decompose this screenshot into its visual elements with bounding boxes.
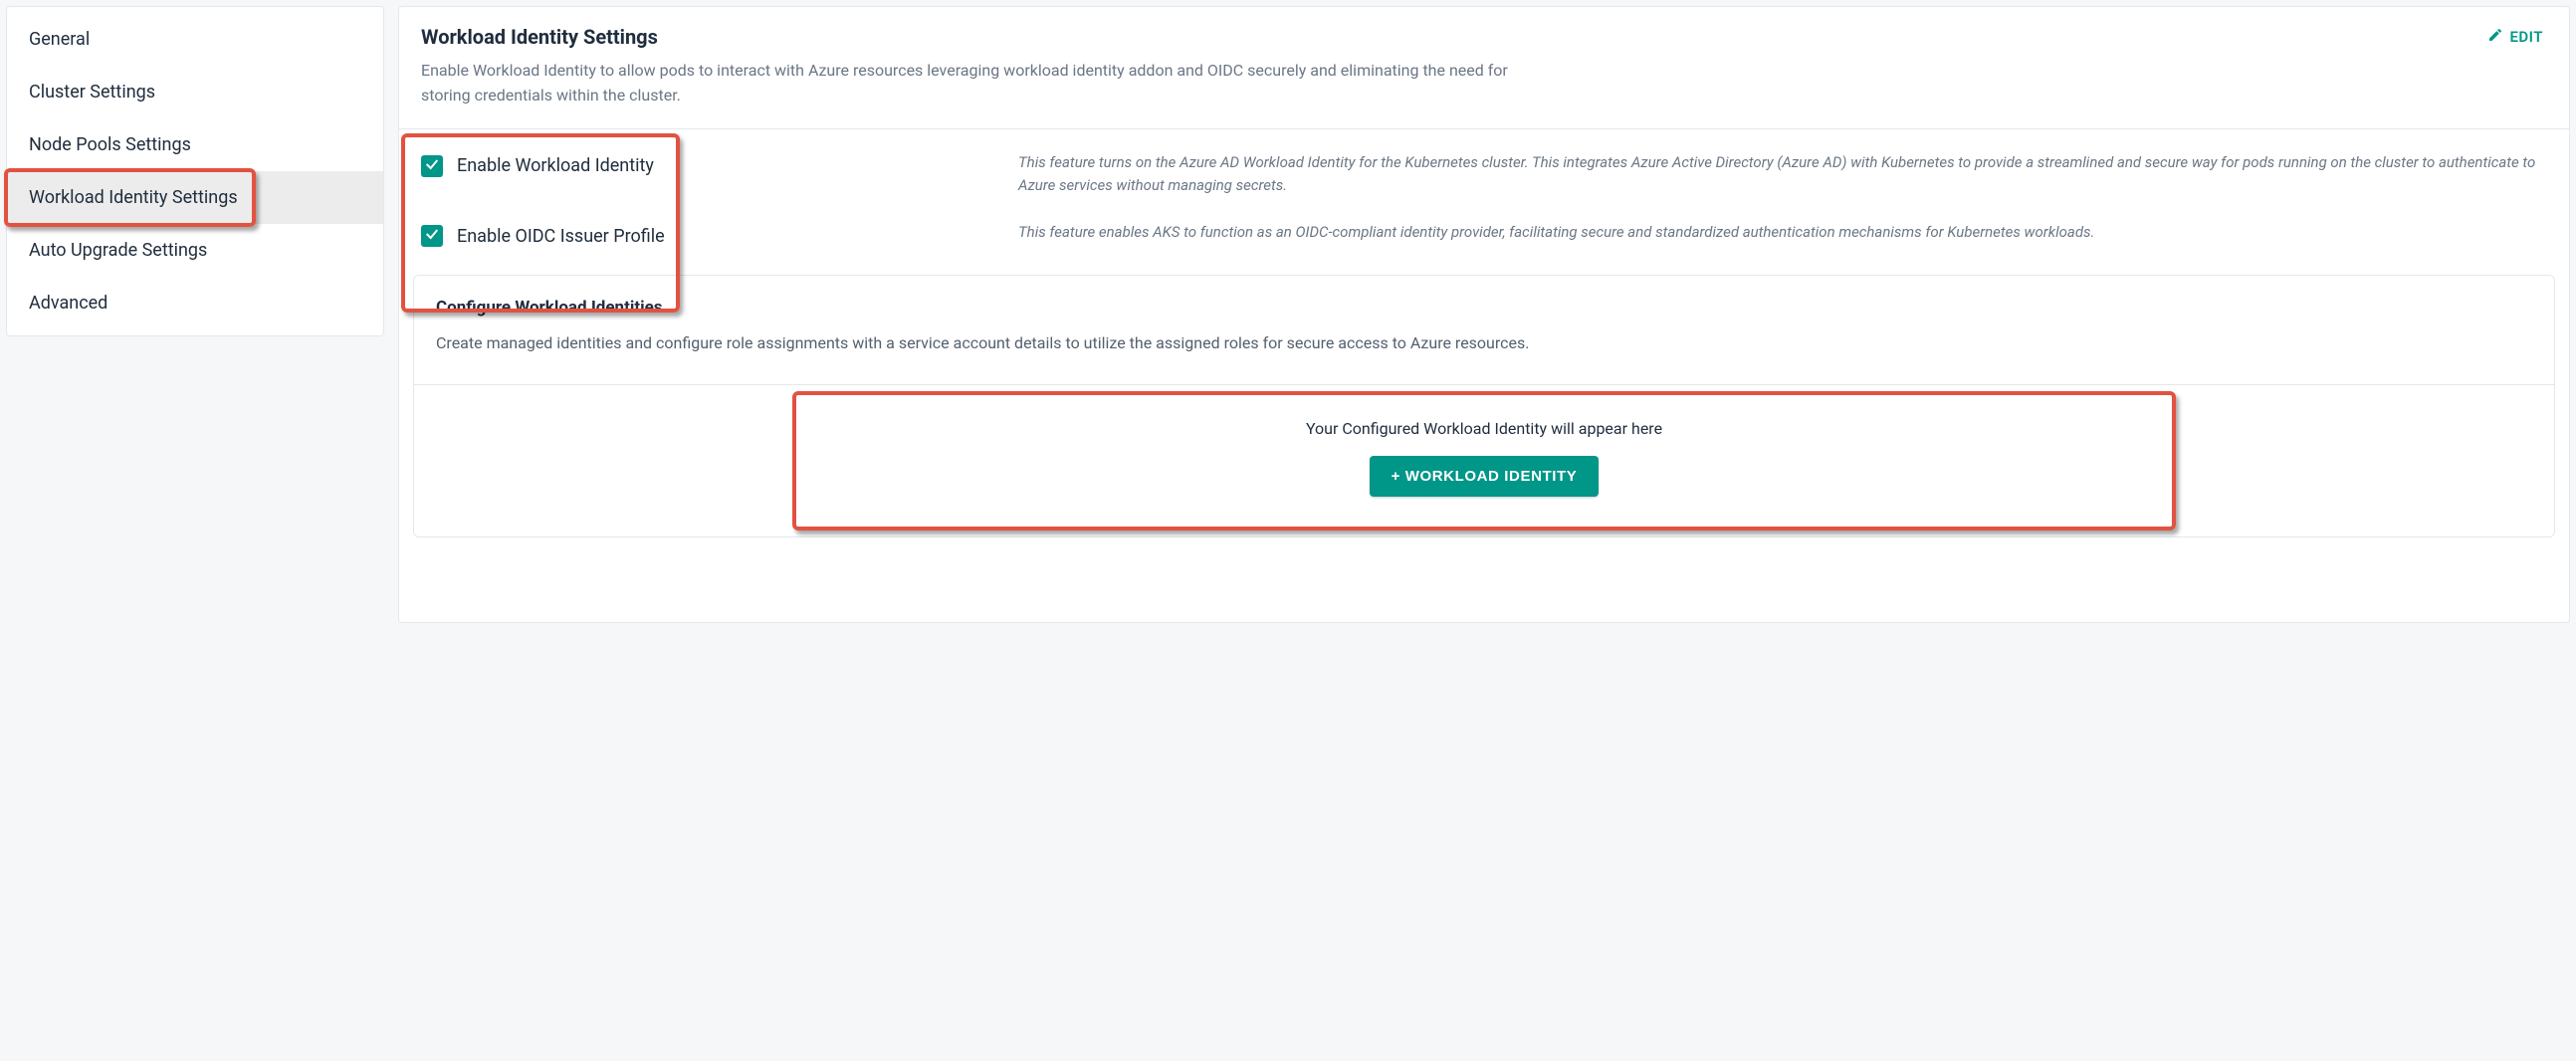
option-description: This feature turns on the Azure AD Workl…	[1018, 143, 2547, 206]
section-title: Workload Identity Settings	[421, 25, 2547, 49]
sidebar-item-workload-identity-settings[interactable]: Workload Identity Settings	[7, 171, 383, 224]
edit-button-label: EDIT	[2509, 28, 2543, 46]
sidebar-item-label: Node Pools Settings	[29, 134, 191, 155]
edit-button[interactable]: EDIT	[2487, 27, 2543, 47]
checkbox-enable-workload-identity[interactable]	[421, 155, 443, 177]
add-workload-identity-button[interactable]: + WORKLOAD IDENTITY	[1370, 456, 1600, 497]
option-row-workload-identity: Enable Workload Identity This feature tu…	[421, 143, 2547, 206]
sidebar-item-general[interactable]: General	[7, 13, 383, 66]
option-label: Enable Workload Identity	[457, 155, 654, 176]
option-label: Enable OIDC Issuer Profile	[457, 226, 665, 247]
empty-state-text: Your Configured Workload Identity will a…	[1306, 419, 1662, 438]
pencil-icon	[2487, 27, 2503, 47]
card-title: Configure Workload Identities	[436, 298, 2532, 318]
card-description: Create managed identities and configure …	[436, 331, 2532, 376]
card-body: Your Configured Workload Identity will a…	[414, 384, 2554, 536]
option-control: Enable OIDC Issuer Profile	[421, 213, 978, 259]
check-icon	[424, 226, 440, 246]
section-header: Workload Identity Settings Enable Worklo…	[399, 7, 2569, 129]
checkbox-enable-oidc-issuer[interactable]	[421, 225, 443, 247]
sidebar-item-label: Advanced	[29, 293, 107, 314]
settings-layout: General Cluster Settings Node Pools Sett…	[6, 6, 2570, 623]
settings-main-panel: Workload Identity Settings Enable Worklo…	[398, 6, 2570, 623]
configure-identities-card: Configure Workload Identities Create man…	[413, 275, 2555, 537]
sidebar-item-label: Cluster Settings	[29, 82, 155, 103]
sidebar-item-label: Workload Identity Settings	[29, 187, 238, 208]
option-description: This feature enables AKS to function as …	[1018, 213, 2547, 252]
options-block: Enable Workload Identity This feature tu…	[399, 129, 2569, 266]
settings-sidebar: General Cluster Settings Node Pools Sett…	[6, 6, 384, 336]
sidebar-item-advanced[interactable]: Advanced	[7, 277, 383, 329]
sidebar-item-label: Auto Upgrade Settings	[29, 240, 207, 261]
sidebar-item-cluster-settings[interactable]: Cluster Settings	[7, 66, 383, 118]
card-header: Configure Workload Identities Create man…	[414, 276, 2554, 384]
option-control: Enable Workload Identity	[421, 143, 978, 189]
sidebar-item-node-pools-settings[interactable]: Node Pools Settings	[7, 118, 383, 171]
option-row-oidc-issuer: Enable OIDC Issuer Profile This feature …	[421, 213, 2547, 259]
section-description: Enable Workload Identity to allow pods t…	[421, 59, 1516, 108]
sidebar-item-label: General	[29, 29, 90, 50]
sidebar-item-auto-upgrade-settings[interactable]: Auto Upgrade Settings	[7, 224, 383, 277]
check-icon	[424, 156, 440, 176]
